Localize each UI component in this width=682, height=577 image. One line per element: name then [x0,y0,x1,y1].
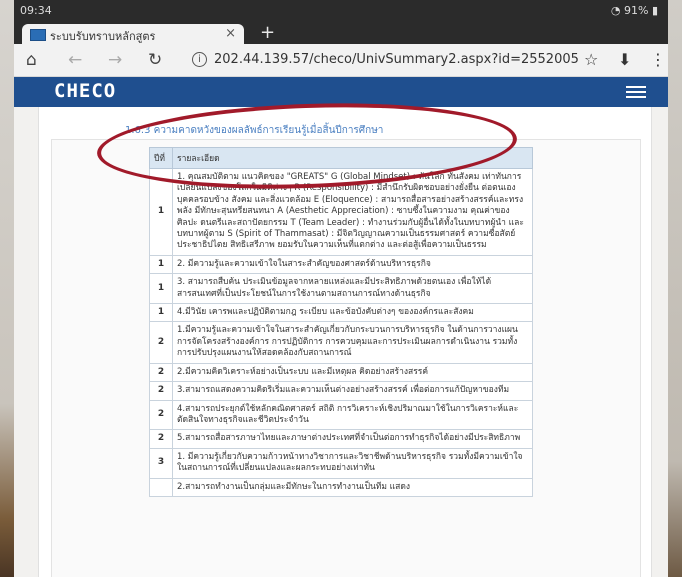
favicon-icon [30,29,46,41]
download-icon[interactable]: ⬇ [618,50,631,69]
row-year: 1 [149,303,173,323]
background-left [0,0,14,577]
back-icon[interactable]: ← [68,50,82,70]
url-field[interactable]: i 202.44.139.57/checo/UnivSummary2.aspx?… [186,49,616,71]
status-time: 09:34 [20,4,52,17]
row-detail: 2.มีความคิดวิเคราะห์อย่างเป็นระบบ และมีเ… [172,362,533,383]
table-row: 3 1. มีความรู้เกี่ยวกับความก้าวหน้าทางวิช… [149,447,533,479]
wifi-icon: ◔ [610,4,621,17]
row-detail: 3. สามารถสืบค้น ประเมินข้อมูลจากหลายแหล่… [172,273,533,305]
table-row: 1 2. มีความรู้และความเข้าใจในสาระสำคัญของ… [149,254,533,275]
row-detail: 1.มีความรู้และความเข้าใจในสาระสำคัญเกี่ย… [172,321,533,364]
url-text: 202.44.139.57/checo/UnivSummary2.aspx?id… [214,52,579,67]
row-year: 1 [149,254,173,275]
phone-screen: 09:34 ◔ 91% ▮ ระบบรับทราบหลักสูตร × + ⌂ … [14,0,668,577]
table-row: 2.สามารถทำงานเป็นกลุ่มและมีทักษะในการทำง… [149,477,533,497]
row-detail: 3.สามารถแสดงความคิดริเริ่มและความเห็นต่า… [172,381,533,401]
background-right [668,0,682,577]
row-year: 2 [149,321,173,364]
tab-strip: ระบบรับทราบหลักสูตร × + [14,22,668,44]
row-year: 1 [149,273,173,305]
more-menu-icon[interactable]: ⋮ [650,50,666,69]
row-year: 3 [149,447,173,479]
row-year: 2 [149,399,173,431]
table-row: 2 2.มีความคิดวิเคราะห์อย่างเป็นระบบ และมี… [149,362,533,383]
battery-icon: ▮ [651,4,658,17]
row-year: 2 [149,429,173,449]
table-row: 1 4.มีวินัย เคารพและปฏิบัติตามกฎ ระเบียบ … [149,303,533,323]
row-detail: 5.สามารถสื่อสารภาษาไทยและภาษาต่างประเทศท… [172,429,533,449]
site-logo[interactable]: CHECO [54,80,116,102]
table-row: 2 4.สามารถประยุกต์ใช้หลักคณิตศาสตร์ สถิติ… [149,399,533,431]
forward-icon[interactable]: → [108,50,122,70]
battery-level: 91% [623,4,649,17]
row-detail: 1. มีความรู้เกี่ยวกับความก้าวหน้าทางวิชา… [172,447,533,479]
row-detail: 2. มีความรู้และความเข้าใจในสาระสำคัญของศ… [172,254,533,275]
row-year [149,477,173,497]
address-bar: ⌂ ← → ↻ i 202.44.139.57/checo/UnivSummar… [14,44,668,77]
row-detail: 4.สามารถประยุกต์ใช้หลักคณิตศาสตร์ สถิติ … [172,399,533,431]
row-year: 2 [149,362,173,383]
table-row: 2 3.สามารถแสดงความคิดริเริ่มและความเห็นต่… [149,381,533,401]
status-bar: 09:34 ◔ 91% ▮ [14,0,668,22]
new-tab-button[interactable]: + [260,22,275,43]
outcomes-table: ปีที่ รายละเอียด 1 1. คุณสมบัติตาม แนวคิด… [149,147,533,497]
row-year: 2 [149,381,173,401]
table-row: 2 1.มีความรู้และความเข้าใจในสาระสำคัญเกี่… [149,321,533,364]
reload-icon[interactable]: ↻ [148,50,162,70]
row-detail: 2.สามารถทำงานเป็นกลุ่มและมีทักษะในการทำง… [172,477,533,497]
table-row: 2 5.สามารถสื่อสารภาษาไทยและภาษาต่างประเทศ… [149,429,533,449]
browser-tab[interactable]: ระบบรับทราบหลักสูตร × [22,24,244,44]
table-row: 1 3. สามารถสืบค้น ประเมินข้อมูลจากหลายแหล… [149,273,533,305]
info-icon[interactable]: i [192,52,207,67]
close-tab-icon[interactable]: × [225,26,236,41]
bookmark-star-icon[interactable]: ☆ [584,50,598,69]
tab-title: ระบบรับทราบหลักสูตร [50,30,156,43]
home-icon[interactable]: ⌂ [26,50,37,70]
status-right: ◔ 91% ▮ [611,4,658,17]
hamburger-menu-icon[interactable] [626,86,646,98]
row-detail: 4.มีวินัย เคารพและปฏิบัติตามกฎ ระเบียบ แ… [172,303,533,323]
